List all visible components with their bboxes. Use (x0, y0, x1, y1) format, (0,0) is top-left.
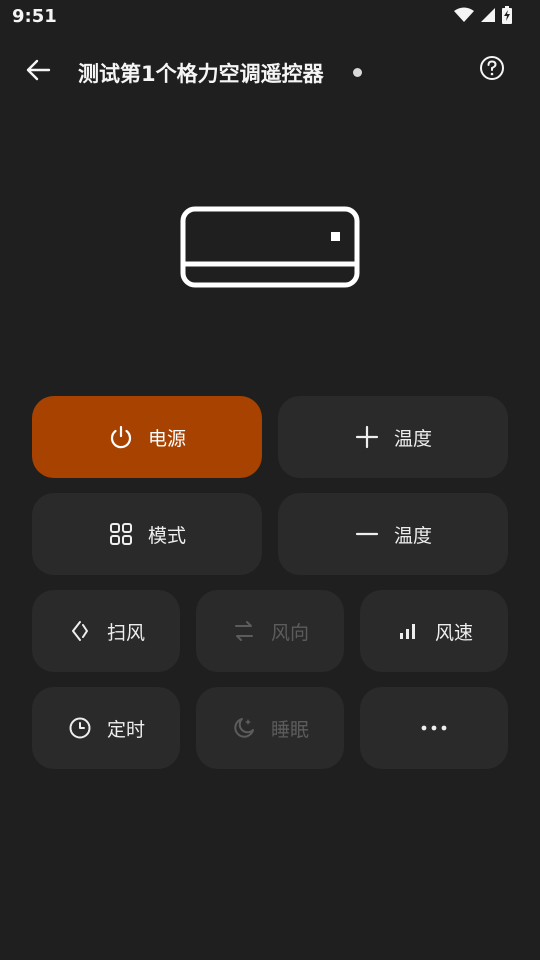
connection-status-dot (353, 68, 362, 77)
temperature-up-label: 温度 (393, 427, 432, 450)
help-button[interactable] (478, 56, 506, 84)
app-bar: 测试第1个格力空调遥控器 (0, 44, 540, 100)
grid-icon (108, 521, 134, 547)
fan-speed-button[interactable]: 风速 (360, 590, 508, 672)
plus-icon (354, 424, 380, 450)
help-circle-icon (479, 55, 505, 85)
mode-button[interactable]: 模式 (32, 493, 262, 575)
battery-charging-icon (502, 6, 512, 28)
wind-direction-icon (231, 618, 257, 644)
air-conditioner-icon (180, 206, 360, 288)
wifi-icon (454, 7, 474, 27)
temperature-down-label: 温度 (393, 524, 432, 547)
mode-label: 模式 (147, 524, 186, 547)
timer-button[interactable]: 定时 (32, 687, 180, 769)
bar-chart-icon (395, 618, 421, 644)
more-button[interactable] (360, 687, 508, 769)
sleep-button[interactable]: 睡眠 (196, 687, 344, 769)
swing-label: 扫风 (106, 621, 145, 644)
temperature-down-button[interactable]: 温度 (278, 493, 508, 575)
temperature-up-button[interactable]: 温度 (278, 396, 508, 478)
power-label: 电源 (147, 427, 186, 450)
arrow-left-icon (25, 59, 51, 85)
more-horizontal-icon (421, 715, 447, 741)
status-time: 9:51 (12, 6, 57, 27)
fan-speed-label: 风速 (434, 621, 473, 644)
back-button[interactable] (18, 54, 58, 90)
swing-button[interactable]: 扫风 (32, 590, 180, 672)
status-bar: 9:51 (0, 0, 540, 34)
status-icons (454, 6, 512, 28)
clock-icon (67, 715, 93, 741)
signal-icon (480, 7, 496, 27)
swing-icon (67, 618, 93, 644)
moon-icon (231, 715, 257, 741)
minus-icon (354, 521, 380, 547)
page-title: 测试第1个格力空调遥控器 (78, 62, 324, 86)
wind-direction-label: 风向 (270, 621, 309, 644)
power-icon (108, 424, 134, 450)
sleep-label: 睡眠 (270, 718, 309, 741)
timer-label: 定时 (106, 718, 145, 741)
power-button[interactable]: 电源 (32, 396, 262, 478)
wind-direction-button[interactable]: 风向 (196, 590, 344, 672)
